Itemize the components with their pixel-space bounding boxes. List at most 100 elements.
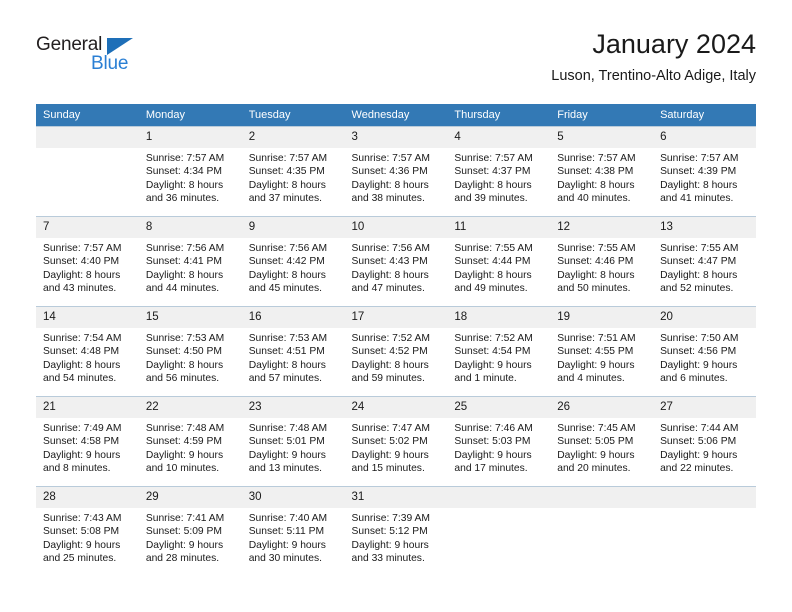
calendar-day-cell[interactable]: 17 Sunrise: 7:52 AM Sunset: 4:52 PM Dayligh… bbox=[344, 306, 448, 396]
calendar-day-cell[interactable]: 11 Sunrise: 7:55 AM Sunset: 4:44 PM Dayligh… bbox=[447, 216, 551, 306]
sunrise-text: Sunrise: 7:57 AM bbox=[43, 243, 122, 254]
day-cell-inner: 22 Sunrise: 7:48 AM Sunset: 4:59 PM Dayligh… bbox=[138, 396, 242, 476]
day-cell-inner: 1 Sunrise: 7:57 AM Sunset: 4:34 PM Daylight… bbox=[138, 126, 242, 206]
day-info: Sunrise: 7:51 AM Sunset: 4:55 PM Daylight:… bbox=[550, 328, 653, 386]
day-cell-inner: 11 Sunrise: 7:55 AM Sunset: 4:44 PM Dayligh… bbox=[447, 216, 551, 296]
day-number: 31 bbox=[344, 487, 448, 508]
sunset-text: Sunset: 4:34 PM bbox=[145, 166, 222, 178]
calendar-day-cell[interactable]: 8 Sunrise: 7:56 AM Sunset: 4:41 PM Daylight… bbox=[138, 216, 242, 306]
calendar-day-cell[interactable]: 24 Sunrise: 7:47 AM Sunset: 5:02 PM Dayligh… bbox=[344, 396, 448, 486]
calendar-day-cell[interactable]: 14 Sunrise: 7:54 AM Sunset: 4:48 PM Dayligh… bbox=[36, 306, 139, 396]
day-number bbox=[550, 487, 654, 508]
page-title: January 2024 bbox=[592, 29, 756, 59]
calendar-day-cell[interactable]: 6 Sunrise: 7:57 AM Sunset: 4:39 PM Daylight… bbox=[653, 126, 756, 216]
day-number: 26 bbox=[550, 397, 654, 418]
day-cell-inner bbox=[447, 486, 551, 512]
sunrise-text: Sunrise: 7:55 AM bbox=[454, 243, 533, 254]
daylight-text-line1: Daylight: 8 hours bbox=[145, 179, 224, 191]
day-number: 24 bbox=[344, 397, 448, 418]
calendar-day-cell[interactable]: 29 Sunrise: 7:41 AM Sunset: 5:09 PM Dayligh… bbox=[138, 486, 242, 574]
day-cell-inner: 31 Sunrise: 7:39 AM Sunset: 5:12 PM Dayligh… bbox=[344, 486, 448, 566]
day-number: 5 bbox=[550, 127, 654, 148]
day-cell-inner: 29 Sunrise: 7:41 AM Sunset: 5:09 PM Dayligh… bbox=[138, 486, 242, 566]
sunrise-text: Sunrise: 7:48 AM bbox=[145, 423, 225, 434]
sunset-text: Sunset: 4:35 PM bbox=[248, 166, 325, 178]
sunset-text: Sunset: 4:37 PM bbox=[454, 166, 531, 178]
sunrise-text: Sunrise: 7:50 AM bbox=[660, 333, 739, 344]
calendar-day-cell[interactable]: 18 Sunrise: 7:52 AM Sunset: 4:54 PM Dayligh… bbox=[447, 306, 551, 396]
sunset-text: Sunset: 4:42 PM bbox=[248, 256, 325, 268]
daylight-text-line1: Daylight: 9 hours bbox=[351, 449, 429, 461]
calendar-day-cell[interactable]: 23 Sunrise: 7:48 AM Sunset: 5:01 PM Dayligh… bbox=[241, 396, 345, 486]
day-cell-inner: 18 Sunrise: 7:52 AM Sunset: 4:54 PM Dayligh… bbox=[447, 306, 551, 386]
sunset-text: Sunset: 4:36 PM bbox=[351, 166, 428, 178]
calendar-day-cell[interactable]: 7 Sunrise: 7:57 AM Sunset: 4:40 PM Daylight… bbox=[36, 216, 139, 306]
daylight-text-line1: Daylight: 8 hours bbox=[557, 179, 635, 191]
sunset-text: Sunset: 4:52 PM bbox=[351, 346, 428, 358]
daylight-text-line2: and 41 minutes. bbox=[660, 193, 734, 205]
calendar-page: General Blue January 2024 Luson, Trentin… bbox=[0, 0, 792, 612]
calendar-day-cell[interactable]: 19 Sunrise: 7:51 AM Sunset: 4:55 PM Dayligh… bbox=[550, 306, 654, 396]
sunrise-text: Sunrise: 7:56 AM bbox=[248, 243, 328, 254]
calendar-day-cell[interactable]: 5 Sunrise: 7:57 AM Sunset: 4:38 PM Daylight… bbox=[550, 126, 654, 216]
day-cell-inner: 30 Sunrise: 7:40 AM Sunset: 5:11 PM Dayligh… bbox=[241, 486, 345, 566]
day-info: Sunrise: 7:57 AM Sunset: 4:34 PM Daylight:… bbox=[139, 148, 242, 206]
day-info: Sunrise: 7:47 AM Sunset: 5:02 PM Daylight:… bbox=[345, 418, 448, 476]
calendar-day-cell[interactable]: 12 Sunrise: 7:55 AM Sunset: 4:46 PM Dayligh… bbox=[550, 216, 654, 306]
calendar-day-cell[interactable]: 15 Sunrise: 7:53 AM Sunset: 4:50 PM Dayligh… bbox=[138, 306, 242, 396]
daylight-text-line1: Daylight: 8 hours bbox=[660, 179, 738, 191]
day-cell-inner: 23 Sunrise: 7:48 AM Sunset: 5:01 PM Dayligh… bbox=[241, 396, 345, 476]
calendar-day-cell[interactable]: 20 Sunrise: 7:50 AM Sunset: 4:56 PM Dayligh… bbox=[653, 306, 756, 396]
sunset-text: Sunset: 4:59 PM bbox=[145, 436, 222, 448]
sunset-text: Sunset: 4:58 PM bbox=[43, 436, 120, 448]
daylight-text-line1: Daylight: 8 hours bbox=[248, 359, 326, 371]
calendar-day-cell[interactable]: 28 Sunrise: 7:43 AM Sunset: 5:08 PM Dayligh… bbox=[36, 486, 139, 574]
day-info: Sunrise: 7:52 AM Sunset: 4:54 PM Daylight:… bbox=[447, 328, 550, 386]
page-subtitle: Luson, Trentino-Alto Adige, Italy bbox=[551, 68, 756, 84]
calendar-day-cell[interactable]: 2 Sunrise: 7:57 AM Sunset: 4:35 PM Daylight… bbox=[241, 126, 345, 216]
daylight-text-line2: and 39 minutes. bbox=[454, 193, 528, 205]
day-cell-inner: 19 Sunrise: 7:51 AM Sunset: 4:55 PM Dayligh… bbox=[550, 306, 654, 386]
calendar-day-cell[interactable]: 26 Sunrise: 7:45 AM Sunset: 5:05 PM Dayligh… bbox=[550, 396, 654, 486]
calendar-day-cell[interactable]: 30 Sunrise: 7:40 AM Sunset: 5:11 PM Dayligh… bbox=[241, 486, 345, 574]
sunrise-text: Sunrise: 7:57 AM bbox=[248, 153, 328, 164]
calendar-day-cell[interactable]: 13 Sunrise: 7:55 AM Sunset: 4:47 PM Dayligh… bbox=[653, 216, 756, 306]
sunset-text: Sunset: 4:46 PM bbox=[557, 256, 634, 268]
calendar-day-cell[interactable]: 27 Sunrise: 7:44 AM Sunset: 5:06 PM Dayligh… bbox=[653, 396, 756, 486]
daylight-text-line1: Daylight: 9 hours bbox=[43, 449, 121, 461]
calendar-day-cell[interactable]: 21 Sunrise: 7:49 AM Sunset: 4:58 PM Dayligh… bbox=[36, 396, 139, 486]
calendar-day-cell bbox=[36, 126, 139, 216]
day-cell-inner: 3 Sunrise: 7:57 AM Sunset: 4:36 PM Daylight… bbox=[344, 126, 448, 206]
day-info: Sunrise: 7:55 AM Sunset: 4:46 PM Daylight:… bbox=[550, 238, 653, 296]
calendar-day-cell[interactable]: 3 Sunrise: 7:57 AM Sunset: 4:36 PM Daylight… bbox=[344, 126, 448, 216]
day-cell-inner: 13 Sunrise: 7:55 AM Sunset: 4:47 PM Dayligh… bbox=[653, 216, 756, 296]
day-cell-inner: 9 Sunrise: 7:56 AM Sunset: 4:42 PM Daylight… bbox=[241, 216, 345, 296]
day-cell-inner: 2 Sunrise: 7:57 AM Sunset: 4:35 PM Daylight… bbox=[241, 126, 345, 206]
day-number: 30 bbox=[241, 487, 345, 508]
calendar-day-cell[interactable]: 31 Sunrise: 7:39 AM Sunset: 5:12 PM Dayligh… bbox=[344, 486, 448, 574]
sunrise-text: Sunrise: 7:57 AM bbox=[351, 153, 430, 164]
day-cell-inner: 20 Sunrise: 7:50 AM Sunset: 4:56 PM Dayligh… bbox=[653, 306, 756, 386]
sunrise-text: Sunrise: 7:47 AM bbox=[351, 423, 430, 434]
sunrise-text: Sunrise: 7:55 AM bbox=[660, 243, 739, 254]
sunset-text: Sunset: 5:05 PM bbox=[557, 436, 634, 448]
calendar-week-row: 21 Sunrise: 7:49 AM Sunset: 4:58 PM Dayligh… bbox=[36, 396, 756, 486]
day-number bbox=[653, 487, 756, 508]
calendar-day-cell[interactable]: 4 Sunrise: 7:57 AM Sunset: 4:37 PM Daylight… bbox=[447, 126, 551, 216]
day-number: 29 bbox=[138, 487, 242, 508]
day-info: Sunrise: 7:56 AM Sunset: 4:43 PM Daylight:… bbox=[345, 238, 448, 296]
day-info: Sunrise: 7:57 AM Sunset: 4:39 PM Daylight:… bbox=[653, 148, 756, 206]
calendar-day-cell[interactable]: 22 Sunrise: 7:48 AM Sunset: 4:59 PM Dayligh… bbox=[138, 396, 242, 486]
daylight-text-line2: and 17 minutes. bbox=[454, 463, 528, 475]
sunset-text: Sunset: 4:54 PM bbox=[454, 346, 531, 358]
daylight-text-line2: and 57 minutes. bbox=[248, 373, 322, 385]
calendar-day-cell[interactable]: 25 Sunrise: 7:46 AM Sunset: 5:03 PM Dayligh… bbox=[447, 396, 551, 486]
calendar-day-cell[interactable]: 1 Sunrise: 7:57 AM Sunset: 4:34 PM Daylight… bbox=[138, 126, 242, 216]
daylight-text-line1: Daylight: 8 hours bbox=[43, 359, 121, 371]
sunrise-text: Sunrise: 7:56 AM bbox=[351, 243, 430, 254]
calendar-day-cell[interactable]: 16 Sunrise: 7:53 AM Sunset: 4:51 PM Dayligh… bbox=[241, 306, 345, 396]
day-number: 7 bbox=[36, 217, 139, 238]
daylight-text-line2: and 44 minutes. bbox=[145, 283, 220, 295]
calendar-day-cell[interactable]: 9 Sunrise: 7:56 AM Sunset: 4:42 PM Daylight… bbox=[241, 216, 345, 306]
calendar-day-cell[interactable]: 10 Sunrise: 7:56 AM Sunset: 4:43 PM Dayligh… bbox=[344, 216, 448, 306]
